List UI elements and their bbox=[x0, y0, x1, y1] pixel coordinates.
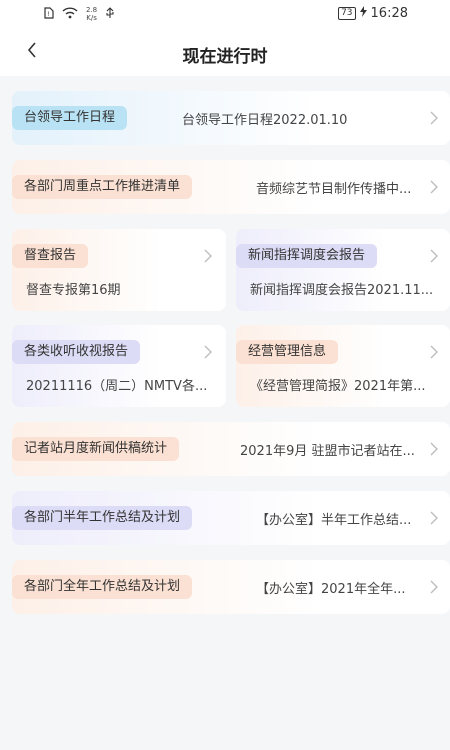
chevron-right-icon bbox=[204, 249, 214, 263]
chevron-right-icon bbox=[430, 180, 440, 194]
card-desc: 20211116（周二）NMTV各... bbox=[26, 379, 208, 394]
svg-text:!: ! bbox=[48, 11, 50, 18]
card-tag: 督查报告 bbox=[12, 244, 89, 268]
card-desc: 【办公室】2021年全年... bbox=[256, 582, 406, 597]
card-station-stats[interactable]: 记者站月度新闻供稿统计 2021年9月 驻盟市记者站在... bbox=[12, 422, 450, 476]
card-desc: 新闻指挥调度会报告2021.11... bbox=[250, 283, 434, 298]
battery-indicator: 73 bbox=[338, 7, 356, 20]
card-desc: 2021年9月 驻盟市记者站在... bbox=[240, 444, 415, 459]
card-desc: 《经营管理简报》2021年第... bbox=[250, 379, 426, 394]
chevron-right-icon bbox=[204, 345, 214, 359]
net-speed: 2.8 K/s bbox=[86, 6, 97, 22]
wifi-icon bbox=[62, 6, 78, 22]
card-tag: 记者站月度新闻供稿统计 bbox=[12, 437, 180, 461]
card-tag: 各部门周重点工作推进清单 bbox=[12, 175, 193, 199]
card-desc: 音频综艺节目制作传播中... bbox=[256, 182, 412, 197]
card-tag: 新闻指挥调度会报告 bbox=[236, 244, 378, 268]
card-desc: 【办公室】半年工作总结... bbox=[256, 513, 412, 528]
nav-bar: 现在进行时 bbox=[0, 30, 450, 76]
status-right: 73 16:28 bbox=[338, 6, 408, 21]
card-tag: 台领导工作日程 bbox=[12, 106, 128, 130]
card-desc: 台领导工作日程2022.01.10 bbox=[182, 113, 348, 128]
chevron-right-icon bbox=[430, 345, 440, 359]
usb-icon bbox=[105, 6, 115, 22]
sim-icon: ! bbox=[44, 6, 54, 22]
status-bar: ! 2.8 K/s 73 16:28 bbox=[0, 0, 450, 30]
card-leader-schedule[interactable]: 台领导工作日程 台领导工作日程2022.01.10 bbox=[12, 91, 450, 145]
net-speed-unit: K/s bbox=[86, 14, 97, 22]
card-news-dispatch-report[interactable]: 新闻指挥调度会报告 新闻指挥调度会报告2021.11... bbox=[236, 229, 450, 311]
card-tag: 各部门半年工作总结及计划 bbox=[12, 506, 193, 530]
chevron-right-icon bbox=[430, 442, 440, 456]
card-tag: 各类收听收视报告 bbox=[12, 340, 141, 364]
card-inspection-report[interactable]: 督查报告 督查专报第16期 bbox=[12, 229, 226, 311]
card-half-year-summary[interactable]: 各部门半年工作总结及计划 【办公室】半年工作总结... bbox=[12, 491, 450, 545]
chevron-right-icon bbox=[430, 580, 440, 594]
chevron-right-icon bbox=[430, 511, 440, 525]
card-tag: 经营管理信息 bbox=[236, 340, 339, 364]
page-title: 现在进行时 bbox=[182, 47, 268, 67]
status-time: 16:28 bbox=[370, 6, 408, 21]
card-ratings-report[interactable]: 各类收听收视报告 20211116（周二）NMTV各... bbox=[12, 325, 226, 407]
card-desc: 督查专报第16期 bbox=[26, 283, 121, 298]
net-speed-value: 2.8 bbox=[86, 6, 98, 14]
chevron-right-icon bbox=[430, 249, 440, 263]
chevron-right-icon bbox=[430, 111, 440, 125]
card-business-info[interactable]: 经营管理信息 《经营管理简报》2021年第... bbox=[236, 325, 450, 407]
charging-icon bbox=[359, 6, 367, 21]
card-weekly-tasks[interactable]: 各部门周重点工作推进清单 音频综艺节目制作传播中... bbox=[12, 160, 450, 214]
status-left: ! 2.8 K/s bbox=[44, 6, 115, 22]
card-full-year-summary[interactable]: 各部门全年工作总结及计划 【办公室】2021年全年... bbox=[12, 560, 450, 614]
card-tag: 各部门全年工作总结及计划 bbox=[12, 575, 193, 599]
